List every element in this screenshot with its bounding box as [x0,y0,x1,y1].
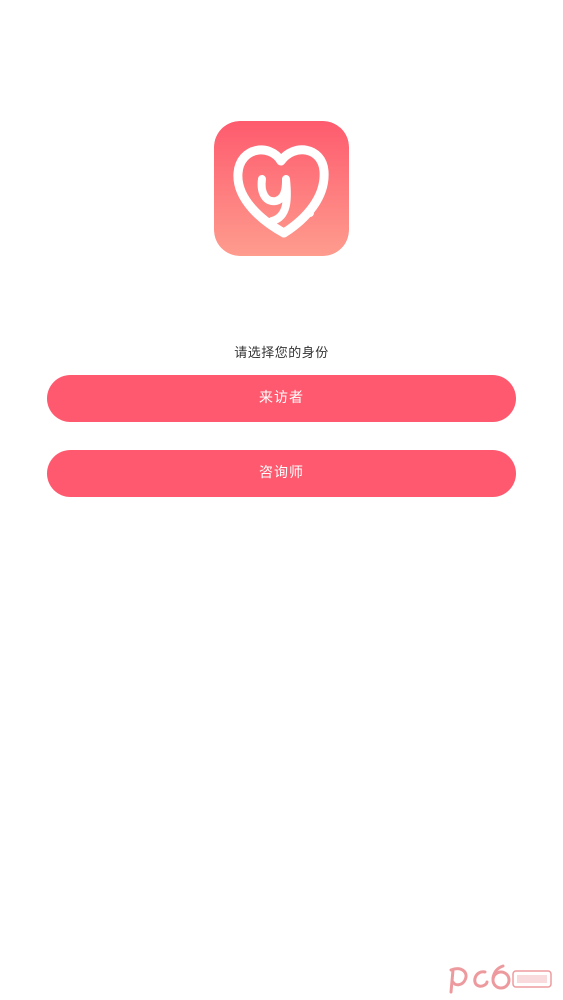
identity-select-screen: 请选择您的身份 来访者 咨询师 [0,0,563,1000]
identity-prompt: 请选择您的身份 [234,346,329,361]
pc6-watermark-icon [445,962,555,994]
heart-logo-icon [214,121,349,256]
app-logo [214,121,349,256]
visitor-button[interactable]: 来访者 [47,375,516,422]
counselor-button[interactable]: 咨询师 [47,450,516,497]
